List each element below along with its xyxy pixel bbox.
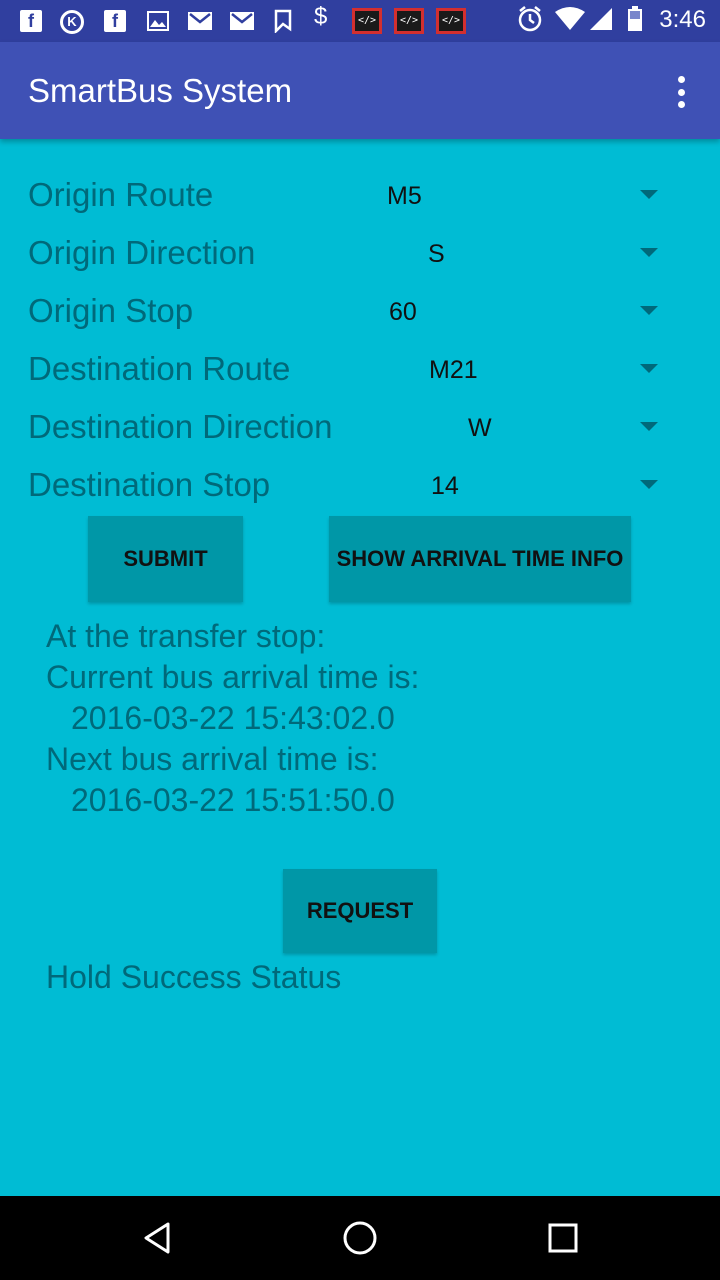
- image-icon: [146, 10, 170, 32]
- status-bar: f K f $ </> </> </> 3:46: [0, 0, 720, 42]
- dropdown-arrow-icon[interactable]: [640, 248, 658, 257]
- destination-direction-row[interactable]: Destination Direction W: [0, 398, 720, 456]
- code-icon: </>: [436, 8, 466, 34]
- request-button[interactable]: REQUEST: [283, 869, 437, 953]
- origin-stop-spinner[interactable]: 60: [389, 298, 417, 327]
- clock: 3:46: [659, 6, 706, 33]
- wifi-icon: [554, 7, 586, 30]
- facebook-icon: f: [104, 10, 126, 32]
- kik-icon: K: [60, 10, 84, 34]
- gmail-icon: [186, 10, 214, 32]
- origin-stop-label: Origin Stop: [28, 292, 194, 329]
- current-arrival-time: 2016-03-22 15:43:02.0: [71, 700, 395, 736]
- dollar-icon: $: [314, 3, 328, 30]
- signal-icon: [588, 8, 614, 30]
- dropdown-arrow-icon[interactable]: [640, 480, 658, 489]
- home-icon[interactable]: [338, 1216, 382, 1260]
- hold-status-text: Hold Success Status: [46, 959, 342, 995]
- destination-stop-spinner[interactable]: 14: [431, 472, 459, 501]
- next-arrival-time: 2016-03-22 15:51:50.0: [71, 782, 395, 818]
- origin-route-spinner[interactable]: M5: [387, 182, 422, 211]
- show-arrival-time-info-button[interactable]: SHOW ARRIVAL TIME INFO: [329, 516, 631, 602]
- next-arrival-label: Next bus arrival time is:: [46, 741, 379, 777]
- transfer-stop-heading: At the transfer stop:: [46, 618, 326, 654]
- app-title: SmartBus System: [28, 72, 293, 109]
- destination-route-spinner[interactable]: M21: [429, 356, 478, 385]
- origin-route-row[interactable]: Origin Route M5: [0, 166, 720, 224]
- dropdown-arrow-icon[interactable]: [640, 422, 658, 431]
- recents-icon[interactable]: [541, 1216, 585, 1260]
- alarm-icon: [516, 6, 544, 32]
- destination-stop-row[interactable]: Destination Stop 14: [0, 456, 720, 514]
- origin-direction-label: Origin Direction: [28, 234, 256, 271]
- code-icon: </>: [352, 8, 382, 34]
- destination-route-label: Destination Route: [28, 350, 291, 387]
- navigation-bar: [0, 1196, 720, 1280]
- battery-icon: [626, 6, 644, 31]
- origin-direction-spinner[interactable]: S: [428, 240, 445, 269]
- gmail-icon: [228, 10, 256, 32]
- destination-route-row[interactable]: Destination Route M21: [0, 340, 720, 398]
- facebook-icon: f: [20, 10, 42, 32]
- bookmark-icon: [272, 9, 294, 33]
- overflow-menu-icon[interactable]: [664, 72, 698, 112]
- app-bar: SmartBus System: [0, 42, 720, 139]
- back-icon[interactable]: [136, 1216, 180, 1260]
- destination-stop-label: Destination Stop: [28, 466, 271, 503]
- code-icon: </>: [394, 8, 424, 34]
- dropdown-arrow-icon[interactable]: [640, 306, 658, 315]
- destination-direction-spinner[interactable]: W: [468, 414, 492, 443]
- origin-route-label: Origin Route: [28, 176, 214, 213]
- current-arrival-label: Current bus arrival time is:: [46, 659, 420, 695]
- dropdown-arrow-icon[interactable]: [640, 364, 658, 373]
- dropdown-arrow-icon[interactable]: [640, 190, 658, 199]
- origin-direction-row[interactable]: Origin Direction S: [0, 224, 720, 282]
- destination-direction-label: Destination Direction: [28, 408, 333, 445]
- origin-stop-row[interactable]: Origin Stop 60: [0, 282, 720, 340]
- submit-button[interactable]: SUBMIT: [88, 516, 243, 602]
